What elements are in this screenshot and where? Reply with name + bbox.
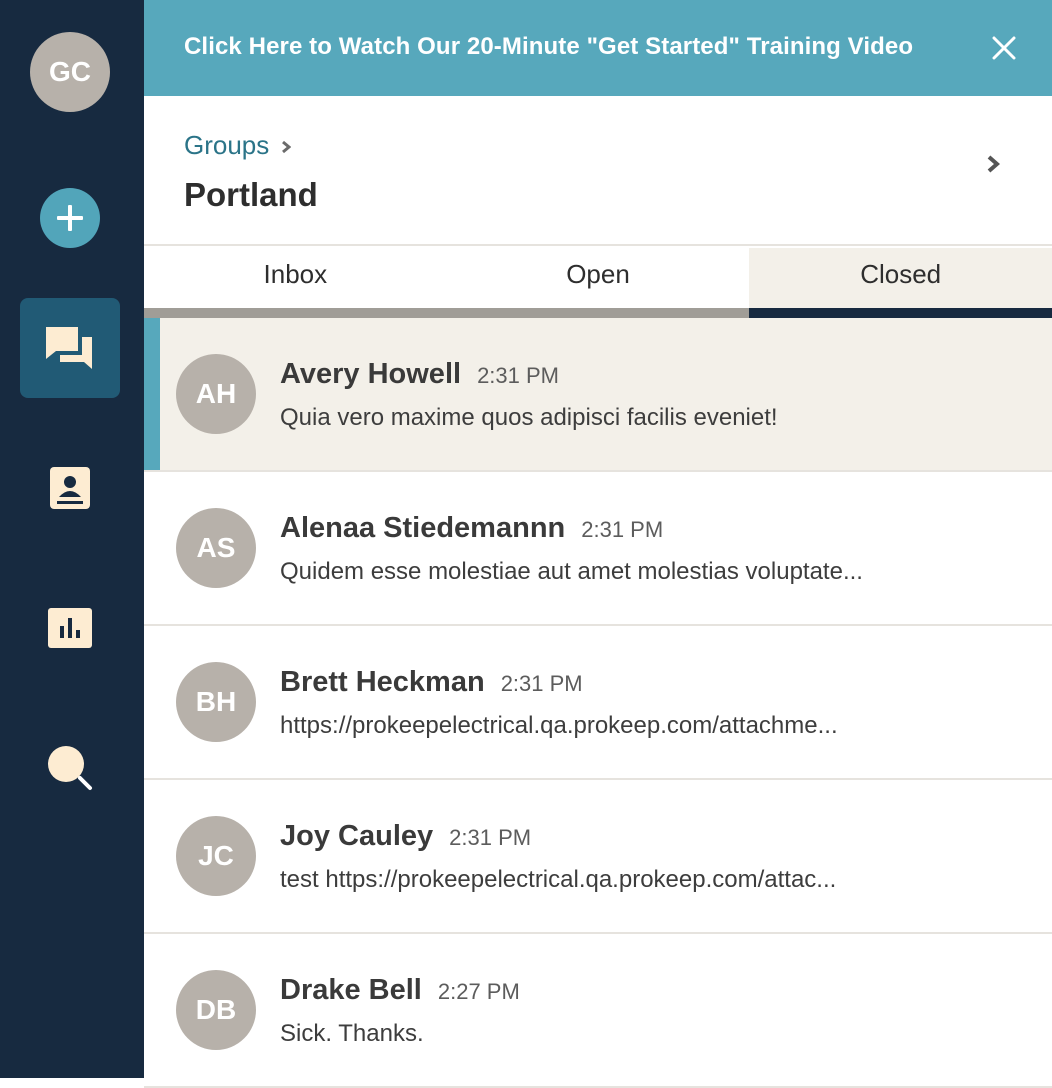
contact-name: Avery Howell (280, 358, 462, 390)
avatar: AH (176, 354, 256, 434)
tab-open[interactable]: Open (446, 248, 750, 318)
conversation-tabs: Inbox Open Closed (144, 248, 1052, 318)
timestamp: 2:31 PM (449, 825, 532, 850)
chevron-right-icon (282, 140, 292, 153)
message-preview: Sick. Thanks. (280, 1020, 424, 1047)
page-title: Portland (184, 176, 318, 213)
message-preview: test https://prokeepelectrical.qa.prokee… (280, 866, 837, 893)
message-preview: Quia vero maxime quos adipisci facilis e… (280, 404, 778, 431)
contact-name: Drake Bell (280, 974, 422, 1006)
conversation-item[interactable]: AS Alenaa Stiedemannn 2:31 PM Quidem ess… (144, 472, 1052, 626)
breadcrumb: Groups (184, 130, 292, 161)
sidebar: GC (0, 0, 144, 1078)
banner-text[interactable]: Click Here to Watch Our 20-Minute "Get S… (184, 33, 913, 61)
timestamp: 2:31 PM (581, 517, 664, 542)
add-icon (57, 205, 83, 231)
contact-name: Brett Heckman (280, 666, 485, 698)
training-video-banner[interactable]: Click Here to Watch Our 20-Minute "Get S… (144, 0, 1052, 96)
contacts-icon (50, 467, 90, 509)
avatar: BH (176, 662, 256, 742)
avatar: JC (176, 816, 256, 896)
close-icon[interactable] (992, 36, 1016, 60)
nav-reports[interactable] (20, 578, 120, 678)
conversation-item[interactable]: JC Joy Cauley 2:31 PM test https://proke… (144, 780, 1052, 934)
message-preview: Quidem esse molestiae aut amet molestias… (280, 558, 863, 585)
conversation-item[interactable]: DB Drake Bell 2:27 PM Sick. Thanks. (144, 934, 1052, 1088)
user-avatar[interactable]: GC (30, 32, 110, 112)
chevron-right-icon[interactable] (986, 154, 1000, 174)
avatar: DB (176, 970, 256, 1050)
conversation-item[interactable]: AH Avery Howell 2:31 PM Quia vero maxime… (144, 318, 1052, 472)
timestamp: 2:31 PM (500, 671, 583, 696)
search-icon (48, 746, 92, 790)
conversation-item[interactable]: BH Brett Heckman 2:31 PM https://prokeep… (144, 626, 1052, 780)
breadcrumb-groups-link[interactable]: Groups (184, 130, 269, 161)
avatar: AS (176, 508, 256, 588)
conversation-list: AH Avery Howell 2:31 PM Quia vero maxime… (144, 318, 1052, 1088)
message-preview: https://prokeepelectrical.qa.prokeep.com… (280, 712, 838, 739)
nav-contacts[interactable] (20, 438, 120, 538)
timestamp: 2:27 PM (437, 979, 520, 1004)
nav-conversations[interactable] (20, 298, 120, 398)
page-header: Groups Portland (144, 96, 1052, 246)
contact-name: Joy Cauley (280, 820, 434, 852)
tab-inbox[interactable]: Inbox (144, 248, 447, 318)
nav-search[interactable] (20, 718, 120, 818)
tab-closed[interactable]: Closed (749, 248, 1052, 318)
conversations-icon (46, 327, 92, 369)
new-conversation-button[interactable] (40, 188, 100, 248)
reports-icon (48, 608, 92, 648)
contact-name: Alenaa Stiedemannn (280, 512, 566, 544)
timestamp: 2:31 PM (477, 363, 559, 388)
